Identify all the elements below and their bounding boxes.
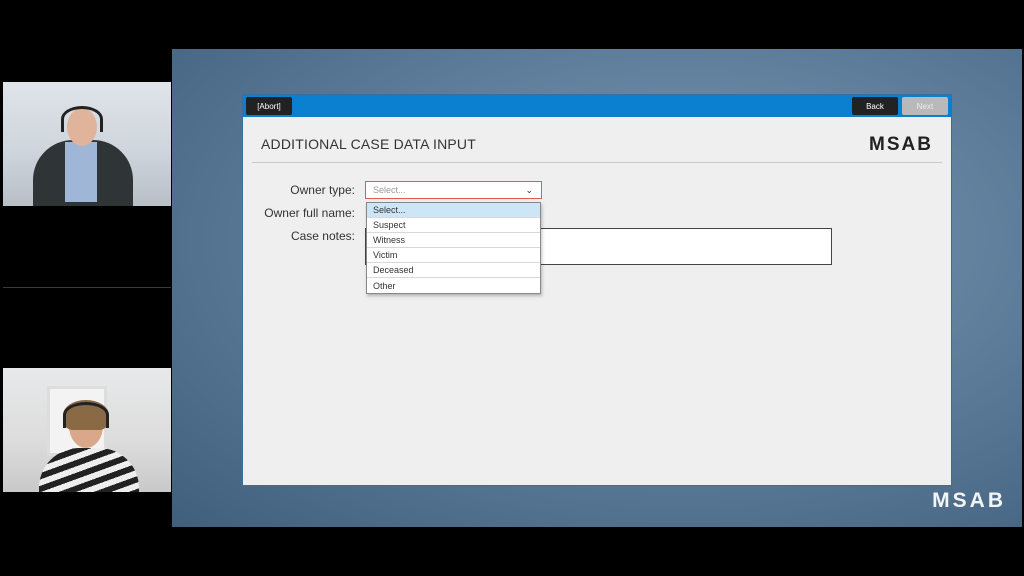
option-witness[interactable]: Witness [367,233,540,248]
headset-icon [61,106,103,132]
participant-shirt [65,142,97,202]
participant-video-2 [3,368,171,492]
page-title: ADDITIONAL CASE DATA INPUT [261,136,476,152]
chevron-down-icon: ⌄ [525,185,533,195]
owner-type-dropdown: Select... Suspect Witness Victim Decease… [366,202,541,294]
owner-type-label: Owner type: [290,183,355,197]
back-button[interactable]: Back [852,97,898,115]
app-toolbar: [Abort] Back Next [243,95,951,117]
next-button[interactable]: Next [902,97,948,115]
abort-button[interactable]: [Abort] [246,97,292,115]
msab-watermark: MSAB [932,489,1006,512]
participants-column [0,0,172,576]
video-call-stage: [Abort] Back Next ADDITIONAL CASE DATA I… [0,0,1024,576]
option-other[interactable]: Other [367,278,540,293]
shared-screen: [Abort] Back Next ADDITIONAL CASE DATA I… [172,49,1022,527]
option-deceased[interactable]: Deceased [367,263,540,278]
participant-video-1 [3,82,171,206]
option-select[interactable]: Select... [367,203,540,218]
option-victim[interactable]: Victim [367,248,540,263]
case-notes-label: Case notes: [290,229,355,243]
title-divider [252,162,942,163]
option-suspect[interactable]: Suspect [367,218,540,233]
headset-icon [63,402,109,428]
msab-logo: MSAB [869,134,933,155]
tile-separator [3,287,171,288]
app-window: [Abort] Back Next ADDITIONAL CASE DATA I… [242,94,952,486]
owner-type-value: Select... [373,185,406,195]
owner-name-label: Owner full name: [264,206,355,220]
owner-type-select[interactable]: Select... ⌄ [365,181,542,199]
